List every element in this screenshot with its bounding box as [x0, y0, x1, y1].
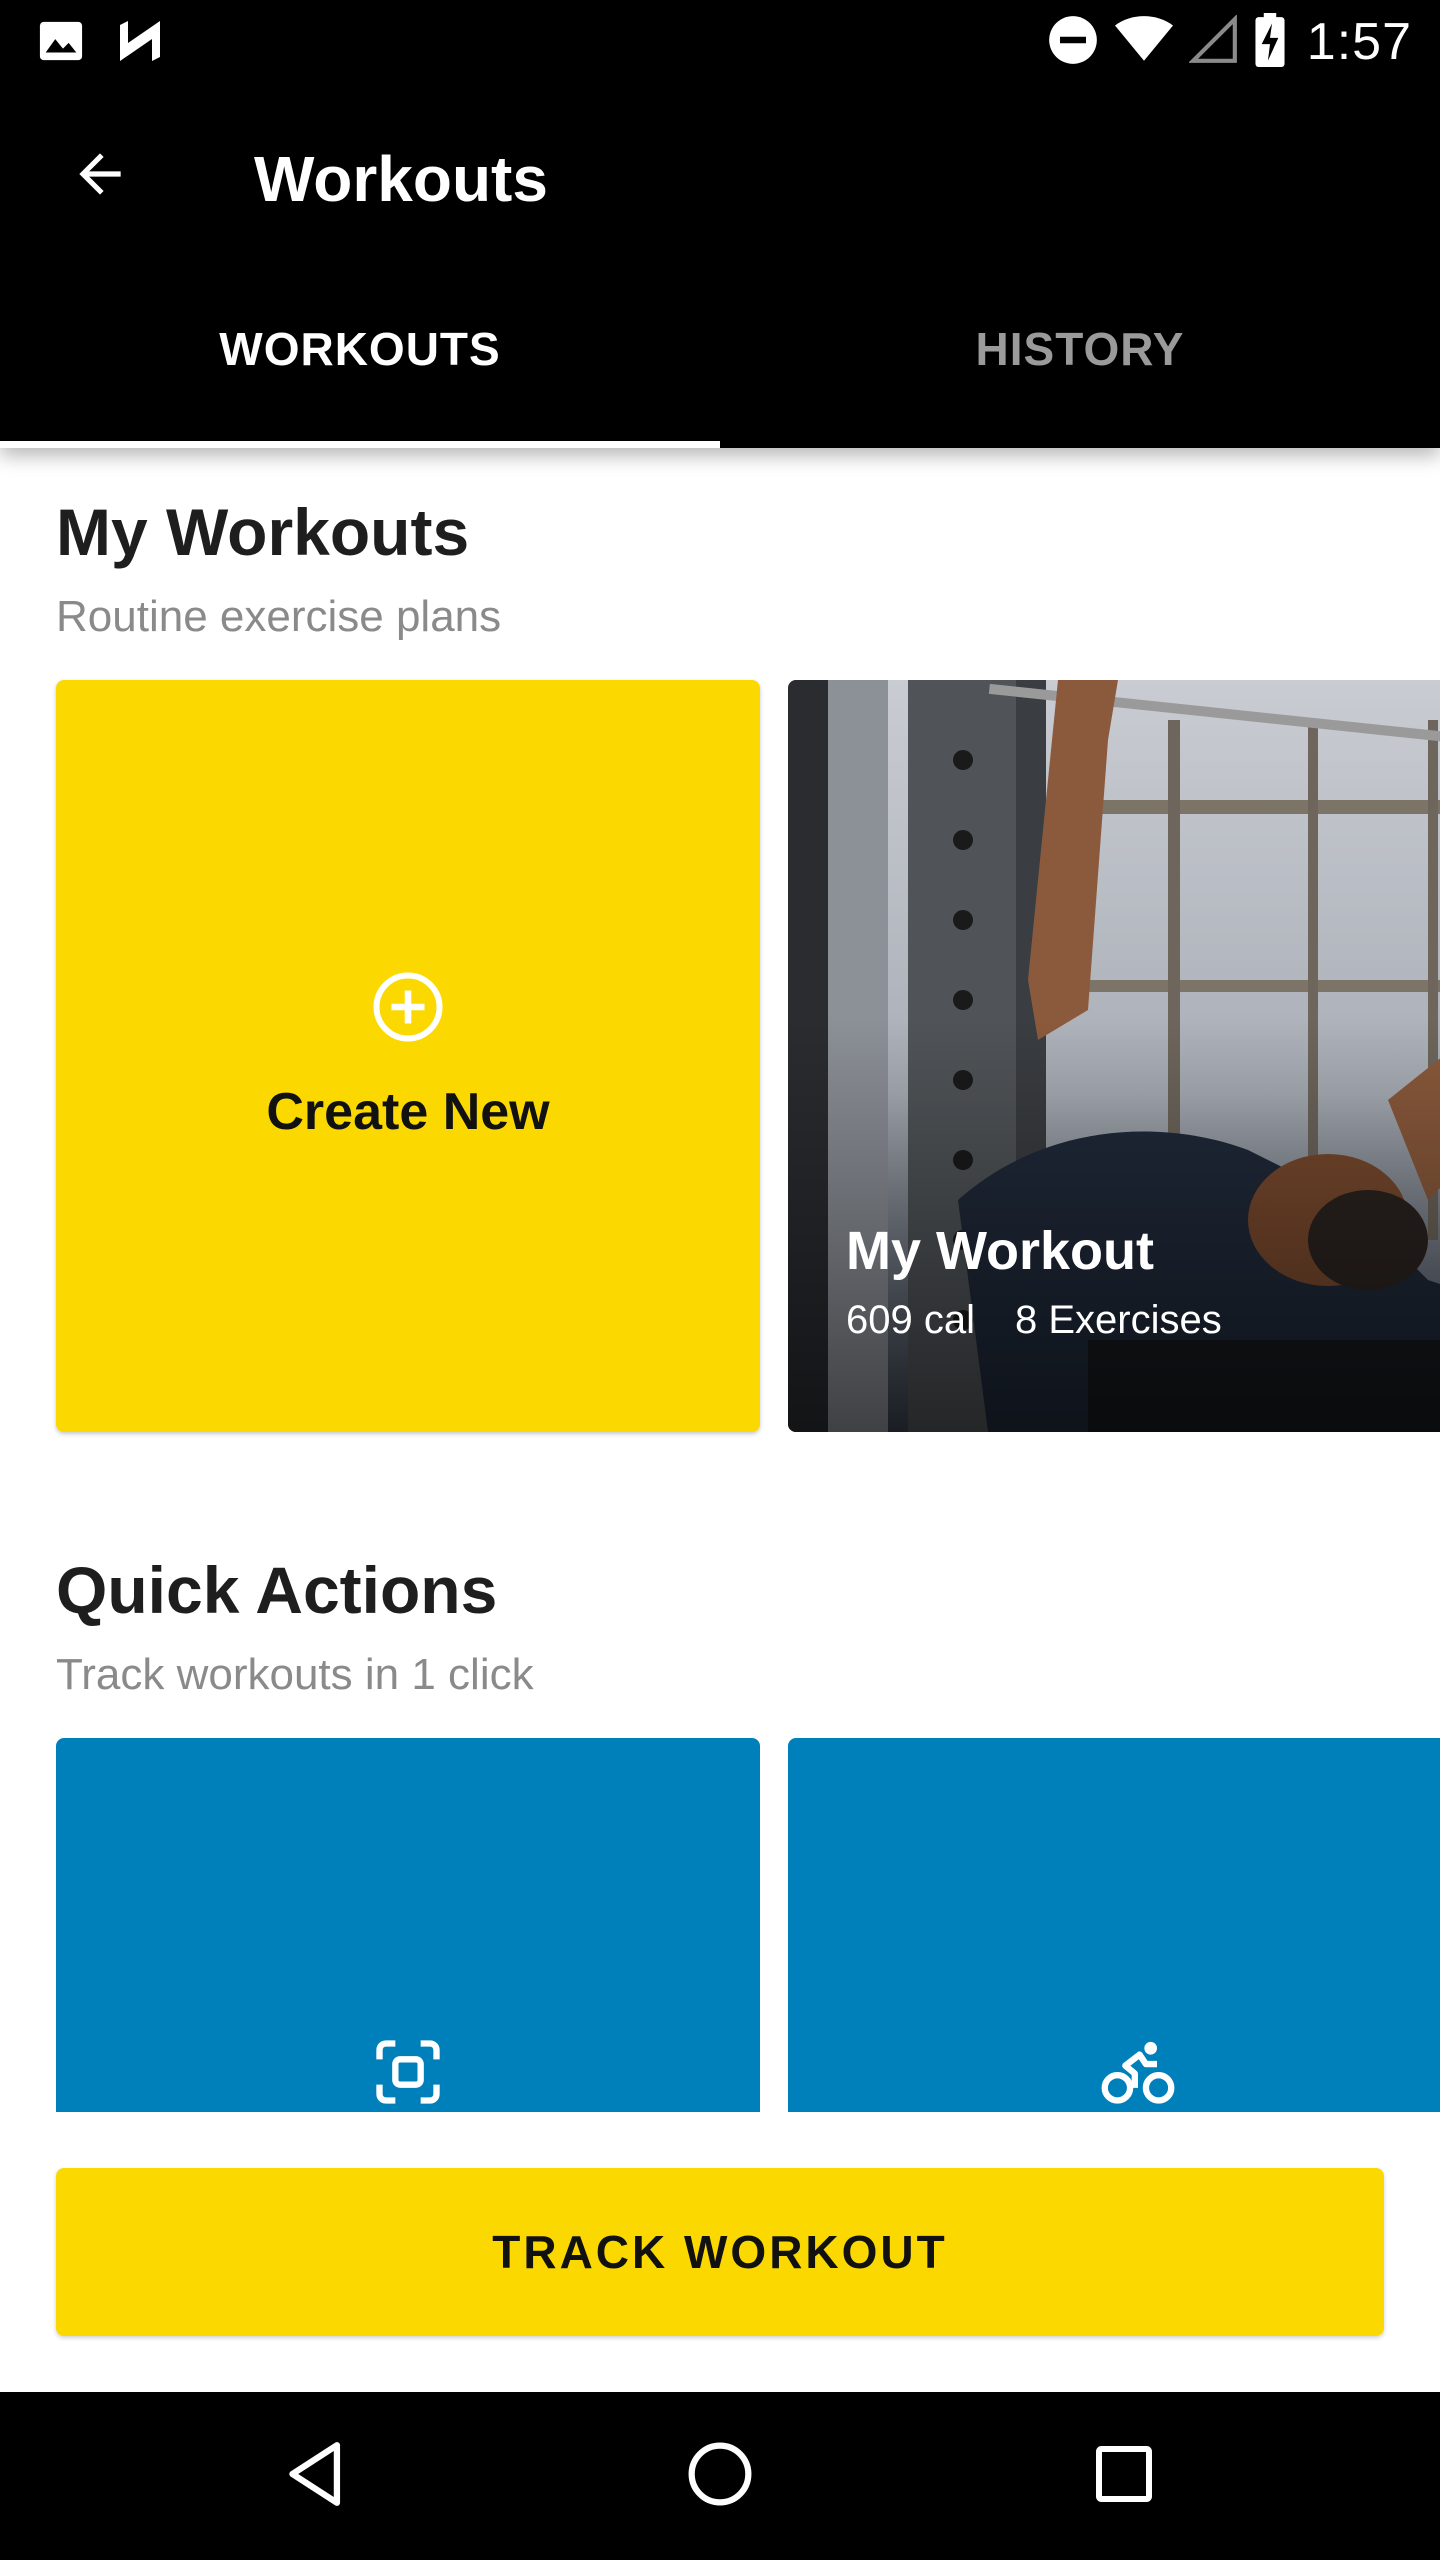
workout-info: My Workout 609 cal 8 Exercises: [846, 1220, 1222, 1343]
tab-workouts[interactable]: WORKOUTS: [0, 280, 720, 448]
app-bar: Workouts: [0, 84, 1440, 280]
my-workout-card[interactable]: My Workout 609 cal 8 Exercises: [788, 680, 1440, 1432]
create-new-label: Create New: [266, 1082, 550, 1141]
tab-workouts-label: WORKOUTS: [219, 323, 501, 375]
signal-icon: [1187, 13, 1239, 70]
wifi-icon: [1114, 15, 1173, 69]
page-title: Workouts: [254, 143, 548, 215]
tab-active-indicator: [0, 441, 720, 448]
quick-actions-title: Quick Actions: [56, 1553, 498, 1627]
cycling-icon: [1100, 2034, 1176, 2115]
nav-back-icon: [284, 2440, 348, 2513]
battery-charging-icon: [1255, 12, 1285, 72]
back-button[interactable]: [52, 128, 148, 224]
do-not-disturb-icon: [1047, 14, 1099, 71]
tab-history-label: HISTORY: [975, 323, 1185, 375]
status-right-icons: 1:57: [1047, 12, 1412, 72]
tab-bar: WORKOUTS HISTORY: [0, 280, 1440, 448]
nav-recents-icon: [1094, 2444, 1154, 2509]
add-circle-icon: [372, 971, 444, 1048]
create-new-content: Create New: [56, 680, 760, 1432]
scan-frame-icon: [370, 2034, 446, 2115]
quick-action-cycling[interactable]: [788, 1738, 1440, 2118]
status-left-icons: [38, 18, 170, 69]
workout-exercises: 8 Exercises: [1014, 1298, 1222, 1342]
tab-history[interactable]: HISTORY: [720, 280, 1440, 448]
status-time: 1:57: [1306, 13, 1412, 71]
nav-recents-button[interactable]: [1074, 2426, 1174, 2526]
my-workouts-title: My Workouts: [56, 495, 470, 569]
nav-home-icon: [686, 2440, 754, 2513]
quick-actions-subtitle: Track workouts in 1 click: [56, 1650, 534, 1699]
quick-action-scan[interactable]: [56, 1738, 760, 2118]
workout-name: My Workout: [846, 1221, 1154, 1281]
workout-meta: 609 cal 8 Exercises: [846, 1298, 1222, 1343]
nav-back-button[interactable]: [266, 2426, 366, 2526]
nav-home-button[interactable]: [670, 2426, 770, 2526]
create-new-card[interactable]: Create New: [56, 680, 760, 1432]
system-nav-bar: [0, 2392, 1440, 2560]
my-workouts-subtitle: Routine exercise plans: [56, 592, 502, 641]
arrow-back-icon: [69, 143, 131, 210]
n-notification-icon: [118, 19, 170, 68]
image-icon: [38, 18, 84, 69]
workout-calories: 609 cal: [846, 1298, 975, 1342]
track-workout-button[interactable]: TRACK WORKOUT: [56, 2168, 1384, 2336]
bottom-action-area: TRACK WORKOUT: [0, 2112, 1440, 2392]
status-bar: 1:57: [0, 0, 1440, 84]
